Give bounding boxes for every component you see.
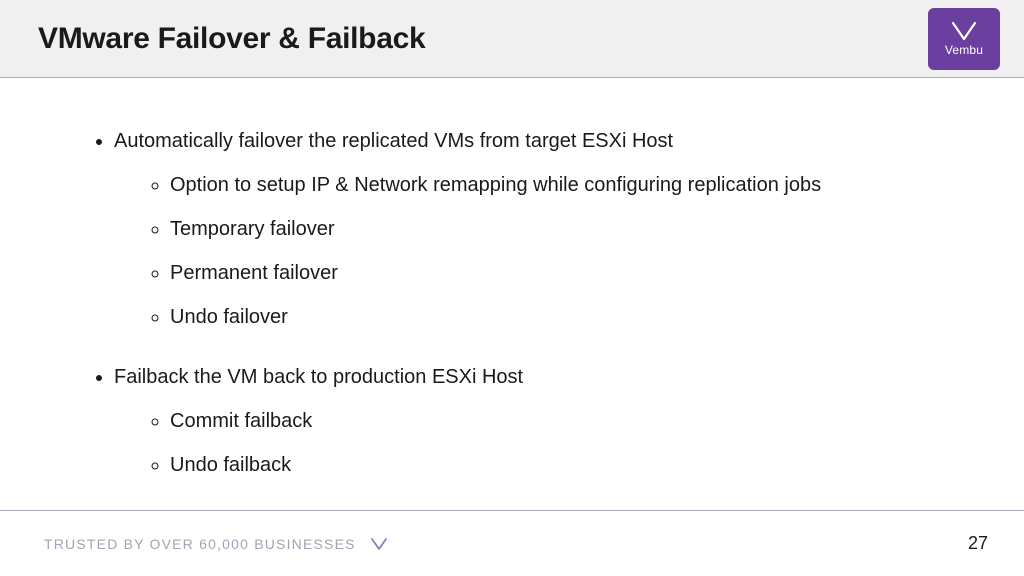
list-item: Permanent failover bbox=[170, 258, 984, 288]
vembu-v-icon bbox=[951, 21, 977, 41]
brand-logo: Vembu bbox=[928, 8, 1000, 70]
slide-header: VMware Failover & Failback Vembu bbox=[0, 0, 1024, 78]
list-item: Undo failback bbox=[170, 450, 984, 480]
list-item: Commit failback bbox=[170, 406, 984, 436]
list-item: Failback the VM back to production ESXi … bbox=[114, 362, 984, 480]
footer-tagline-group: TRUSTED BY OVER 60,000 BUSINESSES bbox=[44, 536, 388, 552]
bullet-text: Failback the VM back to production ESXi … bbox=[114, 366, 523, 388]
bullet-list: Automatically failover the replicated VM… bbox=[96, 126, 984, 480]
list-item: Option to setup IP & Network remapping w… bbox=[170, 170, 984, 200]
vembu-v-icon bbox=[370, 537, 388, 551]
list-item: Temporary failover bbox=[170, 214, 984, 244]
slide-content: Automatically failover the replicated VM… bbox=[0, 78, 1024, 480]
sub-bullet-list: Option to setup IP & Network remapping w… bbox=[114, 170, 984, 332]
footer-tagline: TRUSTED BY OVER 60,000 BUSINESSES bbox=[44, 536, 356, 552]
list-item: Automatically failover the replicated VM… bbox=[114, 126, 984, 332]
slide-footer: TRUSTED BY OVER 60,000 BUSINESSES 27 bbox=[0, 510, 1024, 576]
sub-bullet-list: Commit failback Undo failback bbox=[114, 406, 984, 480]
brand-name: Vembu bbox=[945, 43, 983, 57]
list-item: Undo failover bbox=[170, 302, 984, 332]
page-number: 27 bbox=[968, 533, 988, 554]
slide-title: VMware Failover & Failback bbox=[38, 22, 425, 56]
bullet-text: Automatically failover the replicated VM… bbox=[114, 130, 673, 152]
